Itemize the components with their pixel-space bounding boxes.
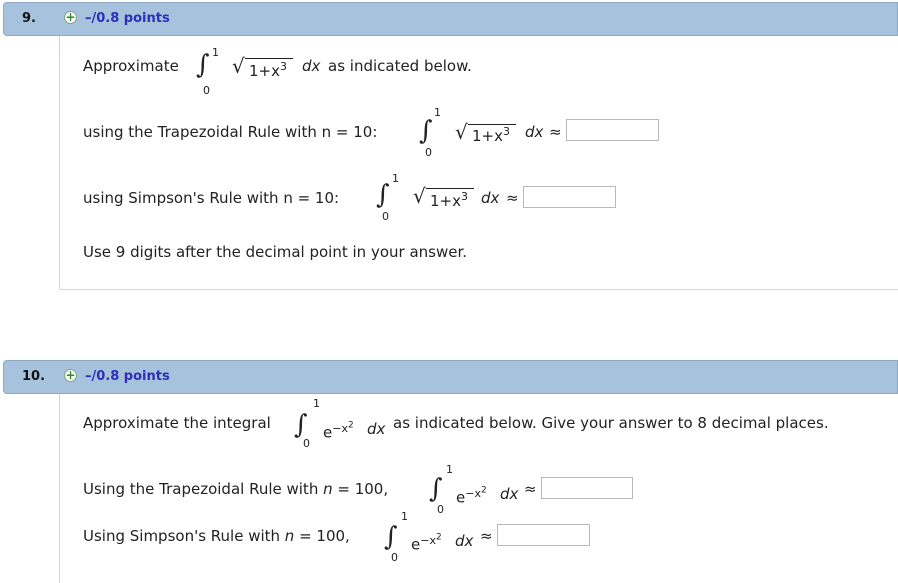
instruction-text: Use 9 digits after the decimal point in … xyxy=(83,243,468,261)
simpson-label: Using Simpson's Rule with n = 100, xyxy=(83,527,350,545)
approx-symbol: ≈ xyxy=(549,123,562,141)
integral-sign: ∫ xyxy=(376,180,390,210)
lower-limit: 0 xyxy=(303,437,310,450)
lower-limit: 0 xyxy=(437,503,444,516)
trapezoidal-label: Using the Trapezoidal Rule with n = 100, xyxy=(83,480,389,498)
question-number: 10. xyxy=(22,369,46,384)
sqrt-bar xyxy=(426,188,474,189)
upper-limit: 1 xyxy=(392,172,399,185)
trapezoidal-answer-input[interactable] xyxy=(566,119,659,141)
integrand: e−x2 xyxy=(411,532,442,554)
upper-limit: 1 xyxy=(401,510,408,523)
integral-sign: ∫ xyxy=(429,474,443,504)
dx-label: dx xyxy=(500,485,519,503)
sqrt-icon: √ xyxy=(232,54,245,78)
upper-limit: 1 xyxy=(212,46,219,59)
approx-symbol: ≈ xyxy=(506,189,519,207)
lower-limit: 0 xyxy=(391,551,398,564)
lower-limit: 0 xyxy=(203,84,210,97)
upper-limit: 1 xyxy=(446,463,453,476)
simpson-answer-input[interactable] xyxy=(523,186,616,208)
simpson-answer-input[interactable] xyxy=(497,524,590,546)
dx-label: dx xyxy=(525,123,544,141)
upper-limit: 1 xyxy=(434,106,441,119)
dx-label: dx xyxy=(481,189,500,207)
approximate-label: Approximate the integral xyxy=(83,414,271,432)
sqrt-icon: √ xyxy=(455,120,468,144)
dx-label: dx xyxy=(302,57,321,75)
approximate-label: Approximate xyxy=(83,57,179,75)
integral-sign: ∫ xyxy=(196,50,210,80)
points-label: –/0.8 points xyxy=(85,11,170,26)
dx-label: dx xyxy=(367,420,386,438)
sqrt-icon: √ xyxy=(413,184,426,208)
integral-sign: ∫ xyxy=(294,410,308,440)
approx-symbol: ≈ xyxy=(524,480,537,498)
lower-limit: 0 xyxy=(382,210,389,223)
points-label: –/0.8 points xyxy=(85,369,170,384)
dx-label: dx xyxy=(455,532,474,550)
integrand: 1+x3 xyxy=(249,60,287,80)
trapezoidal-label: using the Trapezoidal Rule with n = 10: xyxy=(83,123,378,141)
integrand: 1+x3 xyxy=(430,190,468,210)
trapezoidal-answer-input[interactable] xyxy=(541,477,633,499)
simpson-label: using Simpson's Rule with n = 10: xyxy=(83,189,340,207)
question-10-header: 10. + –/0.8 points xyxy=(3,360,898,394)
lower-limit: 0 xyxy=(425,146,432,159)
as-indicated-text: as indicated below. Give your answer to … xyxy=(393,414,829,432)
as-indicated-text: as indicated below. xyxy=(328,57,472,75)
question-number: 9. xyxy=(22,11,36,26)
expand-plus-icon[interactable]: + xyxy=(64,11,77,24)
sqrt-bar xyxy=(245,58,293,59)
integrand: 1+x3 xyxy=(472,125,510,145)
question-9-header: 9. + –/0.8 points xyxy=(3,2,898,36)
approx-symbol: ≈ xyxy=(480,527,493,545)
integrand: e−x2 xyxy=(456,485,487,507)
integral-sign: ∫ xyxy=(419,116,433,146)
integrand: e−x2 xyxy=(323,420,354,442)
upper-limit: 1 xyxy=(313,397,320,410)
expand-plus-icon[interactable]: + xyxy=(64,369,77,382)
integral-sign: ∫ xyxy=(384,522,398,552)
